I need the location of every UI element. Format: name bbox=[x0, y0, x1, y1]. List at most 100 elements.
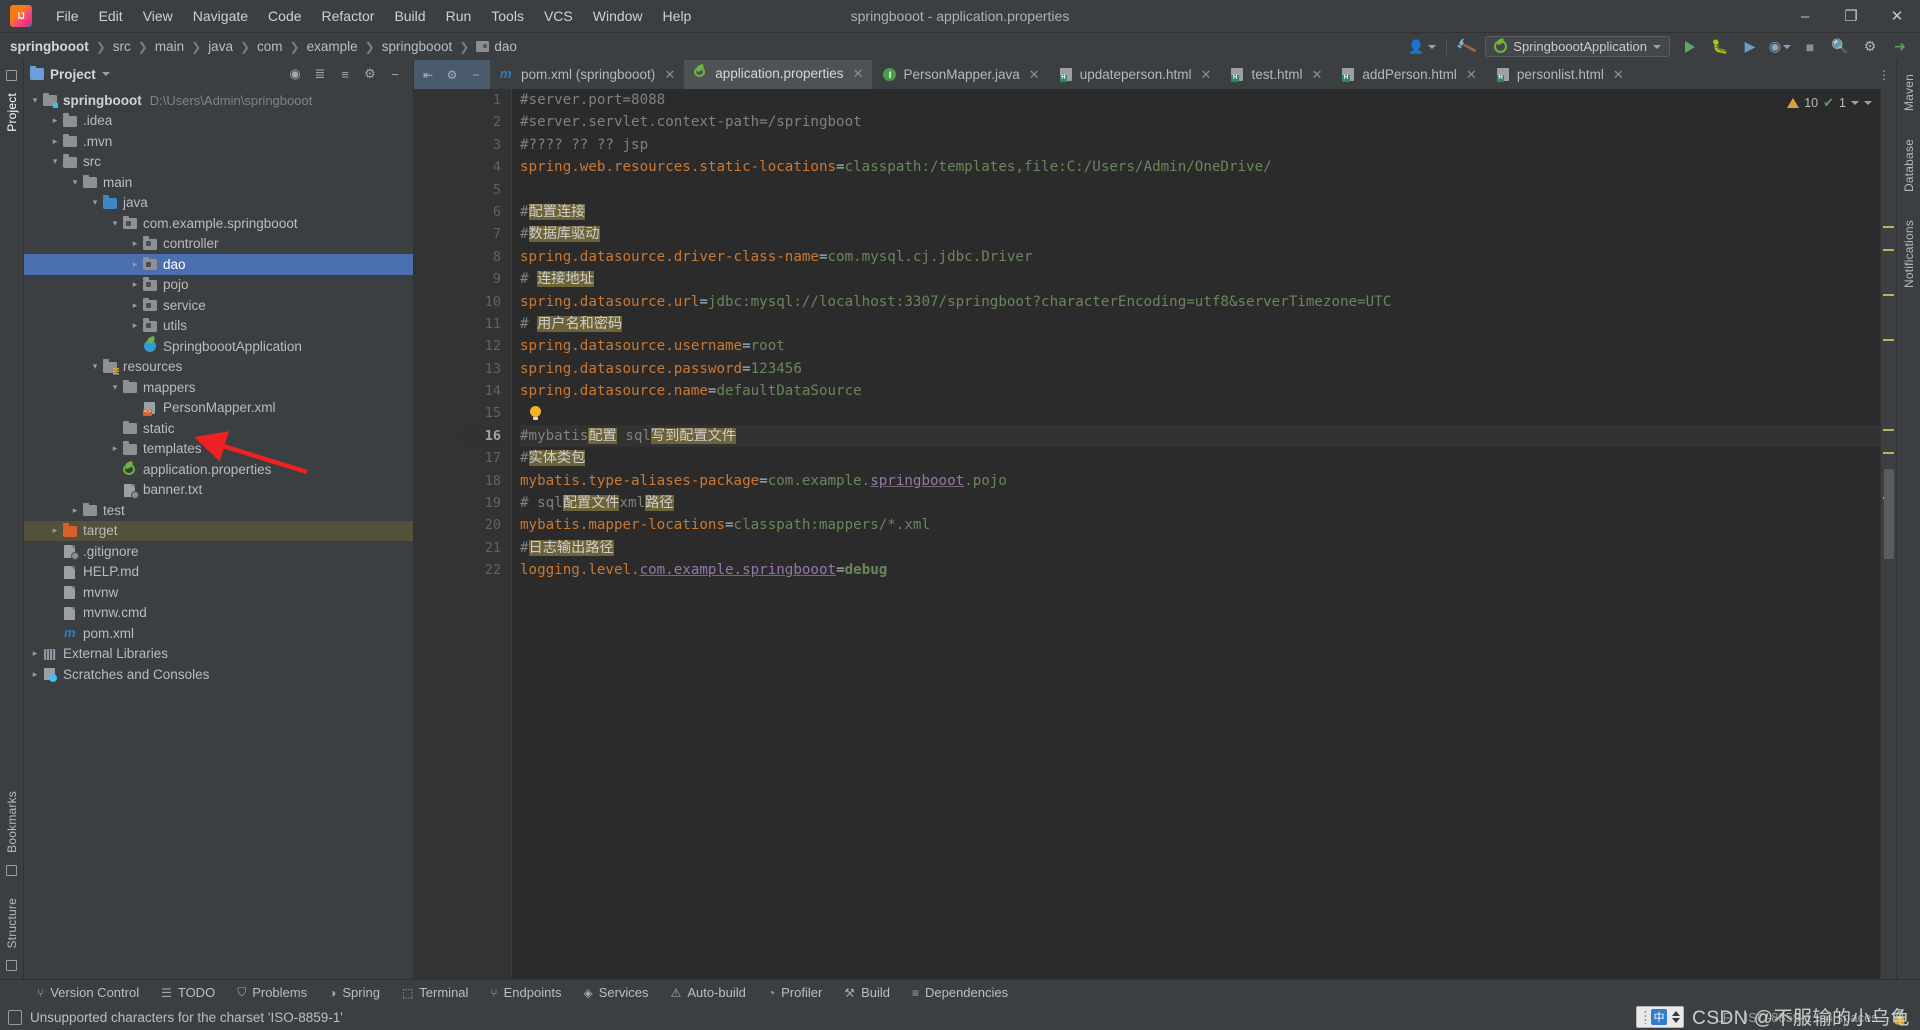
tree-node-static[interactable]: static bbox=[24, 418, 413, 439]
code-line[interactable]: #配置连接 bbox=[520, 201, 1880, 223]
right-strip-item-database[interactable]: Database bbox=[1902, 131, 1916, 200]
tree-node-springbooot[interactable]: springbooot D:\Users\Admin\springbooot bbox=[24, 90, 413, 111]
bottom-bar-item-todo[interactable]: ☰ TODO bbox=[150, 981, 226, 1005]
chevron-closed-icon[interactable] bbox=[68, 505, 82, 516]
chevron-closed-icon[interactable] bbox=[48, 525, 62, 536]
run-configuration-selector[interactable]: SpringboootApplication bbox=[1485, 36, 1670, 57]
close-tab-icon[interactable]: ✕ bbox=[853, 66, 864, 82]
code-line[interactable]: logging.level.com.example.springbooot=de… bbox=[520, 559, 1880, 581]
menu-item-edit[interactable]: Edit bbox=[89, 4, 133, 28]
editor-tab-addperson-html[interactable]: addPerson.html ✕ bbox=[1331, 60, 1486, 89]
code-line[interactable]: # 连接地址 bbox=[520, 268, 1880, 290]
chevron-closed-icon[interactable] bbox=[48, 115, 62, 126]
menu-item-build[interactable]: Build bbox=[384, 4, 435, 28]
chevron-down-icon[interactable] bbox=[1851, 101, 1859, 105]
hide-panel-icon[interactable]: − bbox=[387, 66, 403, 82]
gear-icon[interactable]: ⚙ bbox=[440, 68, 464, 82]
tree-node-main[interactable]: main bbox=[24, 172, 413, 193]
search-icon[interactable]: 🔍 bbox=[1830, 37, 1850, 57]
close-tab-icon[interactable]: ✕ bbox=[1466, 67, 1477, 83]
tree-node-service[interactable]: service bbox=[24, 295, 413, 316]
bottom-bar-item-build[interactable]: ⚒ Build bbox=[833, 981, 901, 1005]
bookmarks-icon[interactable] bbox=[6, 864, 17, 876]
tree-node-utils[interactable]: utils bbox=[24, 316, 413, 337]
breadcrumb-item-springbooot[interactable]: springbooot bbox=[10, 39, 89, 54]
tree-node-templates[interactable]: templates bbox=[24, 439, 413, 460]
inspection-gutter[interactable] bbox=[1880, 89, 1896, 979]
code-line[interactable]: #数据库驱动 bbox=[520, 223, 1880, 245]
tree-node-pojo[interactable]: pojo bbox=[24, 275, 413, 296]
ime-language-badge[interactable]: 中 bbox=[1651, 1009, 1667, 1025]
breadcrumb-item-src[interactable]: src bbox=[113, 39, 131, 54]
close-tab-icon[interactable]: ✕ bbox=[1311, 67, 1322, 83]
menu-item-window[interactable]: Window bbox=[583, 4, 653, 28]
left-strip-item-bookmarks[interactable]: Bookmarks bbox=[5, 783, 19, 861]
code-line[interactable]: #server.servlet.context-path=/springboot bbox=[520, 111, 1880, 133]
chevron-open-icon[interactable] bbox=[28, 95, 42, 106]
inspection-status[interactable]: 10 ✔ 1 bbox=[1787, 95, 1872, 111]
user-account-icon[interactable]: 👤 bbox=[1408, 39, 1436, 55]
tree-node-test[interactable]: test bbox=[24, 500, 413, 521]
code-line[interactable]: spring.web.resources.static-locations=cl… bbox=[520, 156, 1880, 178]
chevron-down-icon[interactable] bbox=[101, 72, 110, 76]
bottom-bar-item-auto-build[interactable]: ⚠ Auto-build bbox=[660, 981, 757, 1005]
locate-file-icon[interactable]: ◉ bbox=[287, 66, 303, 82]
chevron-down-icon-2[interactable] bbox=[1864, 101, 1872, 105]
code-line[interactable]: spring.datasource.username=root bbox=[520, 335, 1880, 357]
collapse-all-icon[interactable]: ≡ bbox=[337, 66, 353, 82]
bottom-bar-item-profiler[interactable]: ◔ Profiler bbox=[757, 981, 833, 1005]
tree-node--idea[interactable]: .idea bbox=[24, 111, 413, 132]
close-tab-icon[interactable]: ✕ bbox=[1613, 67, 1624, 83]
left-strip-item-structure[interactable]: Structure bbox=[5, 890, 19, 957]
code-line[interactable]: spring.datasource.url=jdbc:mysql://local… bbox=[520, 291, 1880, 313]
tree-node-pom-xml[interactable]: m pom.xml bbox=[24, 623, 413, 644]
breadcrumb-item-springbooot[interactable]: springbooot bbox=[382, 39, 453, 54]
menu-item-run[interactable]: Run bbox=[436, 4, 482, 28]
chevron-open-icon[interactable] bbox=[68, 177, 82, 188]
tab-overflow-icon[interactable]: ⋮ bbox=[1872, 60, 1896, 89]
project-tree[interactable]: springbooot D:\Users\Admin\springbooot .id… bbox=[24, 88, 413, 979]
run-coverage-button[interactable]: ▶ bbox=[1740, 37, 1760, 57]
tree-node-com-example-springbooot[interactable]: com.example.springbooot bbox=[24, 213, 413, 234]
chevron-closed-icon[interactable] bbox=[128, 259, 142, 270]
tree-node-banner-txt[interactable]: banner.txt bbox=[24, 480, 413, 501]
ime-drag-handle[interactable] bbox=[1644, 1010, 1647, 1024]
menu-item-help[interactable]: Help bbox=[653, 4, 702, 28]
tree-node-help-md[interactable]: HELP.md bbox=[24, 562, 413, 583]
project-toolwindow-icon[interactable] bbox=[6, 70, 17, 81]
tree-node-target[interactable]: target bbox=[24, 520, 413, 541]
breadcrumb-item-example[interactable]: example bbox=[307, 39, 358, 54]
close-tab-icon[interactable]: ✕ bbox=[664, 67, 675, 83]
editor-tab-pom-xml-springbooot-[interactable]: m pom.xml (springbooot) ✕ bbox=[490, 60, 685, 89]
code-line[interactable] bbox=[520, 402, 1880, 424]
chevron-open-icon[interactable] bbox=[108, 382, 122, 393]
structure-icon[interactable] bbox=[6, 960, 17, 971]
editor-tab-personlist-html[interactable]: personlist.html ✕ bbox=[1485, 60, 1633, 89]
tree-node--mvn[interactable]: .mvn bbox=[24, 131, 413, 152]
minimize-button[interactable]: – bbox=[1782, 0, 1828, 32]
bottom-bar-item-dependencies[interactable]: ≡ Dependencies bbox=[901, 981, 1019, 1005]
updates-icon[interactable]: ➔ bbox=[1890, 37, 1910, 57]
breadcrumb-item-dao[interactable]: dao bbox=[476, 39, 517, 54]
close-tab-icon[interactable]: ✕ bbox=[1201, 67, 1212, 83]
bottom-bar-item-version-control[interactable]: ⑂ Version Control bbox=[26, 981, 150, 1005]
tree-node-springboootapplication[interactable]: SpringboootApplication bbox=[24, 336, 413, 357]
code-line[interactable]: # 用户名和密码 bbox=[520, 313, 1880, 335]
menu-item-tools[interactable]: Tools bbox=[481, 4, 534, 28]
code-line[interactable]: # sql配置文件xml路径 bbox=[520, 492, 1880, 514]
code-content[interactable]: #server.port=8088 #server.servlet.context… bbox=[512, 89, 1880, 979]
chevron-closed-icon[interactable] bbox=[128, 300, 142, 311]
code-line[interactable]: #mybatis配置 sql写到配置文件 bbox=[520, 424, 1880, 448]
breadcrumb-item-main[interactable]: main bbox=[155, 39, 184, 54]
tree-node-mvnw[interactable]: mvnw bbox=[24, 582, 413, 603]
menu-item-vcs[interactable]: VCS bbox=[534, 4, 583, 28]
editor-tab-updateperson-html[interactable]: updateperson.html ✕ bbox=[1048, 60, 1221, 89]
chevron-open-icon[interactable] bbox=[108, 218, 122, 229]
chevron-open-icon[interactable] bbox=[88, 197, 102, 208]
debug-button[interactable]: 🐛 bbox=[1710, 37, 1730, 57]
tree-node-mappers[interactable]: mappers bbox=[24, 377, 413, 398]
menu-item-navigate[interactable]: Navigate bbox=[183, 4, 258, 28]
code-line[interactable]: mybatis.type-aliases-package=com.example… bbox=[520, 470, 1880, 492]
code-line[interactable]: #???? ?? ?? jsp bbox=[520, 134, 1880, 156]
bottom-bar-item-spring[interactable]: ◑ Spring bbox=[318, 981, 391, 1005]
